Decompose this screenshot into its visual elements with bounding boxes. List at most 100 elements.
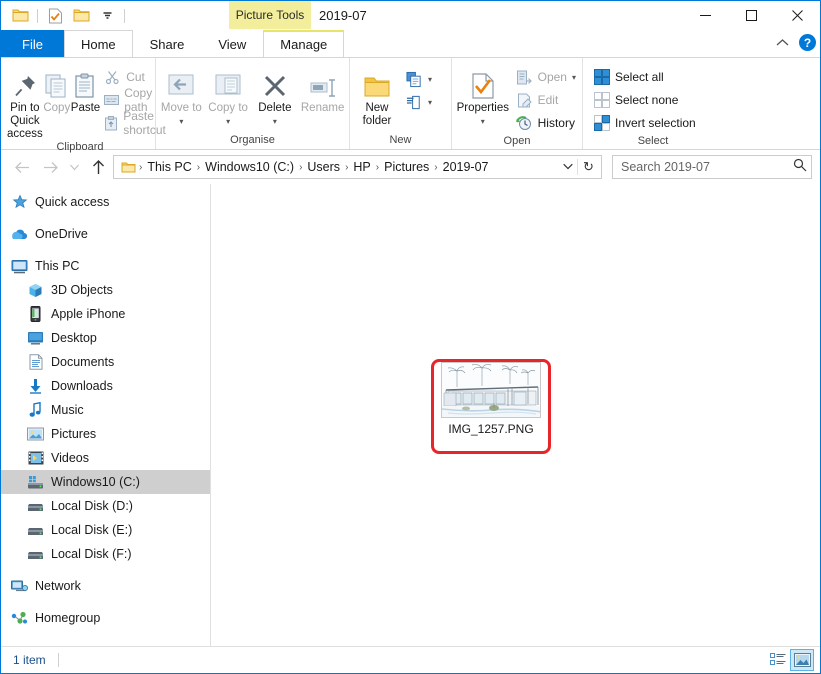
breadcrumb[interactable]: › This PC › Windows10 (C:) › Users › HP … [113,155,602,179]
tab-view[interactable]: View [201,30,263,57]
file-list-view[interactable]: IMG_1257.PNG [211,184,820,646]
maximize-button[interactable] [728,1,774,30]
sidebar-item-3d-objects[interactable]: 3D Objects [1,278,210,302]
chevron-down-icon[interactable] [559,162,577,173]
arrow-right-icon[interactable] [37,154,63,180]
breadcrumb-item-this-pc[interactable]: This PC [143,160,195,174]
refresh-icon[interactable]: ↻ [577,159,599,175]
help-icon[interactable]: ? [799,34,816,51]
rename-label: Rename [301,102,344,115]
rename-button[interactable]: Rename [298,62,347,130]
pin-to-quick-access-label: Pin to Quick access [7,102,43,141]
large-icons-view-icon[interactable] [790,649,814,671]
search-box[interactable] [612,155,812,179]
rename-icon [308,66,338,100]
history-button[interactable]: History [512,112,580,134]
open-button[interactable]: Open ▾ [512,66,580,88]
file-explorer-window: Picture Tools 2019-07 File Home Share Vi… [0,0,821,674]
details-view-icon[interactable] [766,649,790,671]
breadcrumb-item-users[interactable]: Users [303,160,344,174]
tab-home[interactable]: Home [64,30,133,57]
sidebar-item-local-disk-e[interactable]: Local Disk (E:) [1,518,210,542]
invert-selection-label: Invert selection [615,116,696,130]
breadcrumb-item-pictures[interactable]: Pictures [380,160,433,174]
select-all-button[interactable]: Select all [589,66,700,88]
list-item[interactable]: IMG_1257.PNG [437,362,545,448]
sidebar-item-network[interactable]: Network [1,574,210,598]
recent-locations-icon[interactable] [65,154,83,180]
new-small-commands: ▾ ▾ [402,62,436,113]
ribbon: ? Pin to Quick access Copy [1,57,820,150]
close-button[interactable] [774,1,820,30]
minimize-button[interactable] [682,1,728,30]
chevron-down-icon[interactable]: ▾ [481,115,485,128]
sidebar-item-homegroup[interactable]: Homegroup [1,606,210,630]
chevron-down-icon[interactable]: ▾ [428,98,432,107]
breadcrumb-item-hp[interactable]: HP [349,160,374,174]
sidebar-item-downloads[interactable]: Downloads [1,374,210,398]
ribbon-tabs: File Home Share View Manage [1,30,820,57]
folder-icon[interactable] [9,5,31,27]
search-icon[interactable] [793,158,807,177]
easy-access-button[interactable]: ▾ [402,91,436,113]
sidebar-item-local-disk-f[interactable]: Local Disk (F:) [1,542,210,566]
chevron-down-icon[interactable]: ▾ [273,115,277,128]
paste-button[interactable]: Paste [71,62,100,130]
pin-to-quick-access-button[interactable]: Pin to Quick access [7,62,43,141]
sidebar-item-local-disk-d[interactable]: Local Disk (D:) [1,494,210,518]
invert-selection-button[interactable]: Invert selection [589,112,700,134]
sidebar-item-label: Local Disk (E:) [51,523,132,537]
edit-button[interactable]: Edit [512,89,580,111]
sidebar-item-music[interactable]: Music [1,398,210,422]
arrow-up-icon[interactable] [85,154,111,180]
sidebar-item-apple-iphone[interactable]: Apple iPhone [1,302,210,326]
tab-file[interactable]: File [1,30,64,57]
chevron-down-icon[interactable] [96,5,118,27]
search-input[interactable] [621,160,793,174]
tab-share[interactable]: Share [133,30,202,57]
cloud-icon [11,226,28,243]
tab-manage[interactable]: Manage [263,30,344,57]
properties-icon [470,66,496,100]
move-to-button[interactable]: Move to ▾ [158,62,205,130]
breadcrumb-item-2019-07[interactable]: 2019-07 [439,160,493,174]
cut-label: Cut [126,70,145,84]
copy-to-button[interactable]: Copy to ▾ [205,62,252,130]
sidebar-item-pictures[interactable]: Pictures [1,422,210,446]
chevron-up-icon[interactable] [776,36,789,50]
edit-icon [516,92,533,109]
address-bar: › This PC › Windows10 (C:) › Users › HP … [1,150,820,184]
sidebar-item-onedrive[interactable]: OneDrive [1,222,210,246]
file-name-label: IMG_1257.PNG [448,422,533,436]
sidebar-item-quick-access[interactable]: Quick access [1,190,210,214]
properties-icon[interactable] [44,5,66,27]
copy-to-icon [213,66,243,100]
chevron-down-icon[interactable]: ▾ [428,75,432,84]
ribbon-group-open: Properties ▾ Open ▾ E [452,58,583,149]
new-item-button[interactable]: ▾ [402,68,436,90]
chevron-down-icon[interactable]: ▾ [179,115,183,128]
paste-shortcut-icon [104,115,118,132]
sidebar-item-desktop[interactable]: Desktop [1,326,210,350]
delete-button[interactable]: Delete ▾ [252,62,299,130]
arrow-left-icon[interactable] [9,154,35,180]
ribbon-group-organise: Move to ▾ Copy to ▾ Delete ▾ [156,58,350,149]
scissors-icon [104,69,121,86]
open-label: Open [538,70,567,84]
chevron-down-icon[interactable]: ▾ [226,115,230,128]
sidebar-item-windows10-c[interactable]: Windows10 (C:) [1,470,210,494]
item-count-label: 1 item [13,653,46,667]
new-folder-icon[interactable] [70,5,92,27]
copy-button[interactable]: Copy [43,62,71,130]
invert-selection-icon [593,115,610,132]
sidebar-item-documents[interactable]: Documents [1,350,210,374]
sidebar-item-videos[interactable]: Videos [1,446,210,470]
sidebar-item-this-pc[interactable]: This PC [1,254,210,278]
sidebar-item-label: Music [51,403,84,417]
properties-button[interactable]: Properties ▾ [454,62,512,130]
open-icon [516,69,533,86]
breadcrumb-item-windows10-c[interactable]: Windows10 (C:) [201,160,298,174]
select-none-button[interactable]: Select none [589,89,700,111]
new-folder-button[interactable]: New folder [352,62,402,130]
chevron-down-icon[interactable]: ▾ [572,73,576,82]
